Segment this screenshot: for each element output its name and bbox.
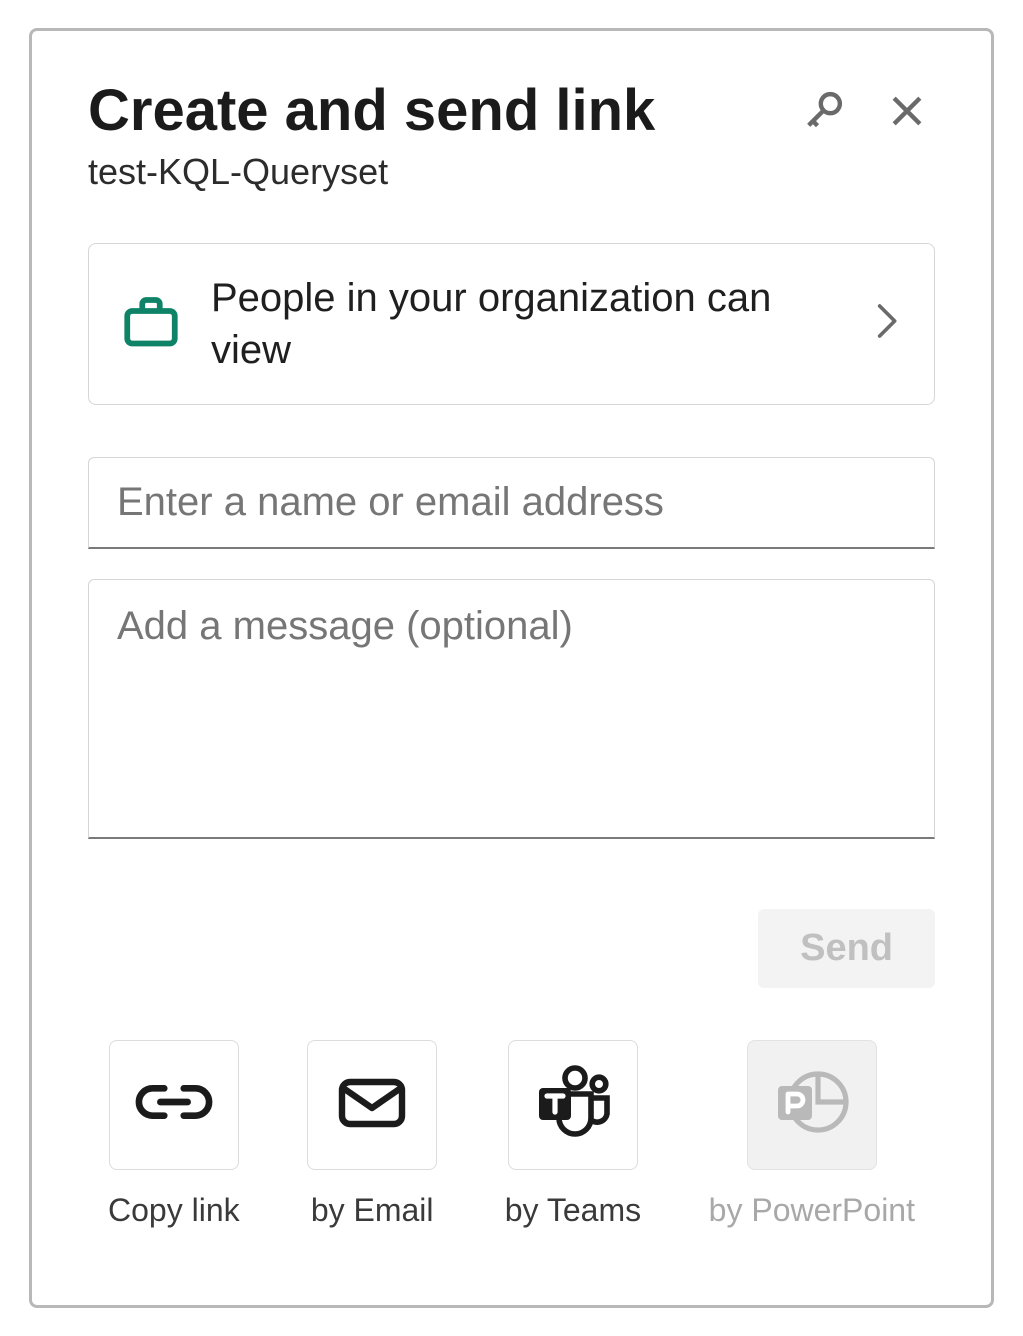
share-powerpoint-option[interactable]: by PowerPoint xyxy=(709,1040,915,1229)
share-email-option[interactable]: by Email xyxy=(307,1040,437,1229)
chevron-right-icon xyxy=(874,301,902,346)
permission-label: People in your organization can view xyxy=(211,272,844,376)
powerpoint-icon-box xyxy=(747,1040,877,1170)
powerpoint-label: by PowerPoint xyxy=(709,1192,915,1229)
send-button[interactable]: Send xyxy=(758,909,935,988)
teams-icon-box xyxy=(508,1040,638,1170)
permission-selector[interactable]: People in your organization can view xyxy=(88,243,935,405)
email-label: by Email xyxy=(311,1192,434,1229)
dialog-header: Create and send link xyxy=(88,79,935,143)
email-icon-box xyxy=(307,1040,437,1170)
copy-link-option[interactable]: Copy link xyxy=(108,1040,240,1229)
dialog-subtitle: test-KQL-Queryset xyxy=(88,151,935,193)
key-icon xyxy=(801,89,845,133)
message-input[interactable] xyxy=(88,579,935,839)
dialog-title: Create and send link xyxy=(88,79,655,143)
share-teams-option[interactable]: by Teams xyxy=(505,1040,641,1229)
link-icon xyxy=(135,1080,213,1129)
teams-icon xyxy=(531,1064,615,1145)
share-options: Copy link by Email xyxy=(88,1040,935,1229)
close-icon xyxy=(885,89,929,133)
recipient-input[interactable] xyxy=(88,457,935,549)
copy-link-label: Copy link xyxy=(108,1192,240,1229)
send-row: Send xyxy=(88,909,935,988)
link-settings-button[interactable] xyxy=(801,89,845,133)
share-dialog: Create and send link test-KQL-Queryset xyxy=(29,28,994,1308)
copy-link-icon-box xyxy=(109,1040,239,1170)
close-button[interactable] xyxy=(885,89,929,133)
header-icons xyxy=(801,79,935,133)
email-icon xyxy=(336,1074,408,1135)
briefcase-icon xyxy=(121,293,181,354)
powerpoint-icon xyxy=(772,1066,852,1143)
teams-label: by Teams xyxy=(505,1192,641,1229)
